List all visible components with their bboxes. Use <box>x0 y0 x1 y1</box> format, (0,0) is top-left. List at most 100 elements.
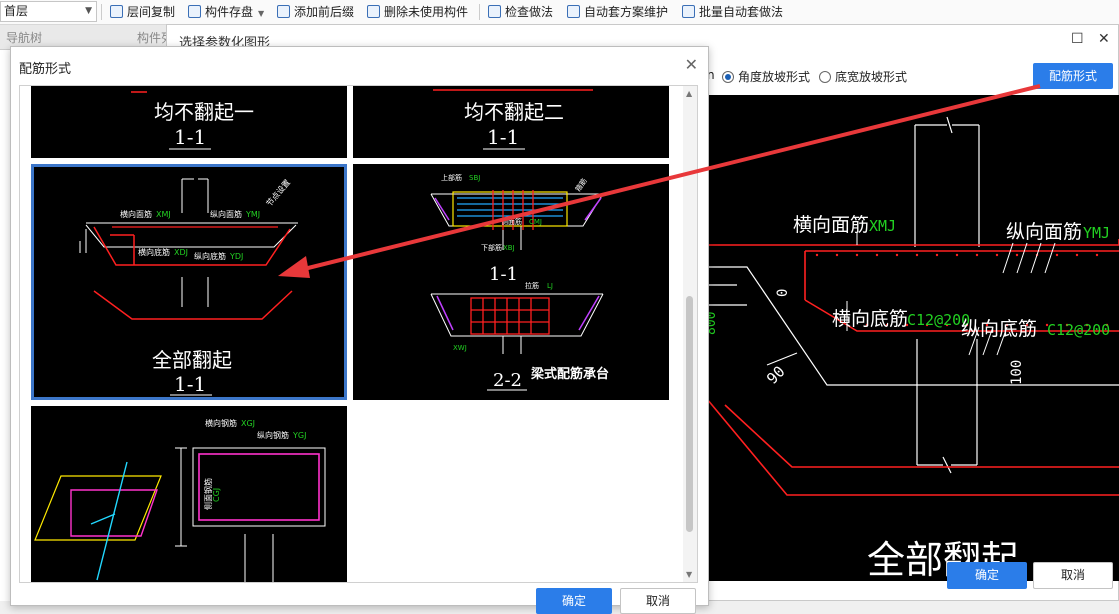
close-icon[interactable]: ✕ <box>685 55 698 74</box>
code-ydj: YDJ <box>229 252 243 261</box>
scrollbar[interactable]: ▲ ▼ <box>683 86 697 582</box>
label-transverse: 横向钢筋 <box>205 418 237 428</box>
inner-cancel-button[interactable]: 取消 <box>620 588 696 614</box>
auto-scheme-maintenance-button[interactable]: 自动套方案维护 <box>567 3 668 21</box>
tile-section: 1-1 <box>487 125 519 149</box>
tile-section-1: 1-1 <box>489 264 518 285</box>
column-upper-outline <box>914 116 980 247</box>
inner-ok-button[interactable]: 确定 <box>536 588 612 614</box>
label-hdj: 横向底筋 <box>138 247 170 257</box>
preview-code-xmj: XMJ <box>869 217 896 235</box>
tile-all-bent[interactable]: 横向面筋 XMJ 纵向面筋 YMJ 横向底筋 XDJ 纵向底筋 YDJ 节点设置… <box>31 164 347 400</box>
tab-navigation-tree[interactable]: 导航树 <box>6 29 42 46</box>
floor-select[interactable]: 首层 ▼ <box>0 1 97 22</box>
tile-drawing: 横向钢筋 XGJ 纵向钢筋 YGJ CGJ 侧面钢筋 <box>34 418 326 582</box>
code-sbj: SBJ <box>469 174 480 182</box>
code-ymj: YMJ <box>245 210 260 219</box>
code-xdj: XDJ <box>174 248 188 257</box>
preview-angle: 90 <box>763 362 789 388</box>
scroll-up-icon[interactable]: ▲ <box>686 89 692 98</box>
code-xgj: XGJ <box>241 419 255 428</box>
toolbar-divider <box>101 4 102 20</box>
tile-drawing: 均不翻起二 1-1 <box>433 89 593 150</box>
code-xbj: XBJ <box>503 244 515 252</box>
tile-caption: 梁式配筋承台 <box>530 366 609 382</box>
preview-label-hmj: 横向面筋 <box>793 214 869 236</box>
code-xmj: XMJ <box>156 210 171 219</box>
width-slope-radio[interactable]: 底宽放坡形式 <box>819 68 907 85</box>
tile-drawing: 横向面筋 XMJ 纵向面筋 YMJ 横向底筋 XDJ 纵向底筋 YDJ 节点设置… <box>79 177 298 396</box>
label-hmj: 横向面筋 <box>120 209 152 219</box>
label-zmj: 纵向面筋 <box>210 209 242 219</box>
tile-section: 1-1 <box>174 372 206 396</box>
copy-icon <box>110 5 123 18</box>
preview-spec-zdj: C12@200 <box>1047 321 1110 339</box>
maximize-icon[interactable]: ☐ <box>1071 31 1084 47</box>
scheme-icon <box>567 5 580 18</box>
tile-section: 1-1 <box>174 125 206 149</box>
outer-ok-button[interactable]: 确定 <box>947 562 1027 589</box>
label-bottom-rebar: 下部筋 <box>481 243 502 252</box>
toolbar-divider <box>479 4 480 20</box>
chevron-down-icon: ▼ <box>85 6 92 16</box>
label-tie-bar: 拉筋 <box>525 281 539 290</box>
code-xwj: XWJ <box>453 344 467 352</box>
tile-caption: 全部翻起 <box>152 348 232 372</box>
code-cgj: CGJ <box>212 488 221 502</box>
preview-label-hdj: 横向底筋 <box>832 308 908 330</box>
radio-unchecked-icon <box>819 71 831 83</box>
rebar-form-dialog: 配筋形式 ✕ 均不翻起一 1-1 均不翻起二 1-1 横向面筋 XMJ 纵向面筋… <box>10 46 709 614</box>
label-side-rebar: 侧面筋 <box>501 217 522 226</box>
delete-unused-components-button[interactable]: 删除未使用构件 <box>367 3 468 21</box>
preview-drawing: 横向面筋 XMJ 纵向面筋 YMJ 0 横向底筋 C12@200 纵向底筋 C1… <box>707 116 1119 581</box>
angle-slope-radio[interactable]: 角度放坡形式 <box>722 68 810 85</box>
label-longitudinal: 纵向钢筋 <box>257 430 289 440</box>
rebar-form-grid: 均不翻起一 1-1 均不翻起二 1-1 横向面筋 XMJ 纵向面筋 YMJ 横向… <box>19 85 698 583</box>
add-prefix-icon <box>277 5 290 18</box>
code-cmj: CMJ <box>529 218 542 226</box>
code-lj: LJ <box>547 282 553 290</box>
tile-caption: 均不翻起一 <box>154 100 254 124</box>
preview-label-zmj: 纵向面筋 <box>1006 221 1082 243</box>
dialog-title: 配筋形式 <box>19 62 72 77</box>
preview-dim-zero: 0 <box>775 289 791 297</box>
batch-icon <box>682 5 695 18</box>
tile-caption: 均不翻起二 <box>464 100 564 124</box>
copy-between-floors-button[interactable]: 层间复制 <box>110 3 175 21</box>
preview-label-zdj: 纵向底筋 <box>961 318 1037 340</box>
save-icon <box>188 5 201 18</box>
outer-cancel-button[interactable]: 取消 <box>1033 562 1113 589</box>
shape-preview: 横向面筋 XMJ 纵向面筋 YMJ 0 横向底筋 C12@200 纵向底筋 C1… <box>707 95 1119 581</box>
tile-beam-rebar-cap[interactable]: 上部筋 SBJ 侧面筋 CMJ 箍筋 下部筋 XBJ 拉筋 LJ XWJ 1-1… <box>353 164 669 400</box>
check-icon <box>488 5 501 18</box>
tile-drawing: 均不翻起一 1-1 <box>131 91 254 150</box>
main-toolbar: 首层 ▼ 层间复制 构件存盘 ▼ 添加前后缀 删除未使用构件 检查做法 自动套方案… <box>0 0 1119 25</box>
tile-none-bent-2[interactable]: 均不翻起二 1-1 <box>353 86 669 158</box>
save-component-button[interactable]: 构件存盘 ▼ <box>188 3 264 21</box>
preview-dim-100: 100 <box>1009 360 1025 385</box>
check-method-button[interactable]: 检查做法 <box>488 3 553 21</box>
delete-list-icon <box>367 5 380 18</box>
rebar-lines <box>707 239 1119 468</box>
tile-section-2: 2-2 <box>493 370 522 391</box>
label-node-setting: 节点设置 <box>264 177 292 208</box>
scrollbar-thumb[interactable] <box>686 296 693 532</box>
add-prefix-suffix-button[interactable]: 添加前后缀 <box>277 3 354 21</box>
radio-checked-icon <box>722 71 734 83</box>
chevron-down-icon: ▼ <box>258 9 265 18</box>
batch-auto-method-button[interactable]: 批量自动套做法 <box>682 3 783 21</box>
rebar-form-button[interactable]: 配筋形式 <box>1033 63 1113 89</box>
label-top-rebar: 上部筋 <box>441 173 462 182</box>
scroll-down-icon[interactable]: ▼ <box>686 570 692 579</box>
close-icon[interactable]: ✕ <box>1098 31 1110 47</box>
tile-column-rebar[interactable]: 横向钢筋 XGJ 纵向钢筋 YGJ CGJ 侧面钢筋 <box>31 406 347 582</box>
label-stirrup: 箍筋 <box>573 177 588 194</box>
tile-drawing: 上部筋 SBJ 侧面筋 CMJ 箍筋 下部筋 XBJ 拉筋 LJ XWJ 1-1… <box>430 173 609 391</box>
label-side-steel: 侧面钢筋 <box>203 478 213 510</box>
column-lower-outline <box>916 339 978 474</box>
label-zdj: 纵向底筋 <box>194 251 226 261</box>
code-ygj: YGJ <box>292 431 306 440</box>
floor-select-value: 首层 <box>4 4 29 18</box>
preview-code-ymj: YMJ <box>1083 224 1110 242</box>
tile-none-bent-1[interactable]: 均不翻起一 1-1 <box>31 86 347 158</box>
